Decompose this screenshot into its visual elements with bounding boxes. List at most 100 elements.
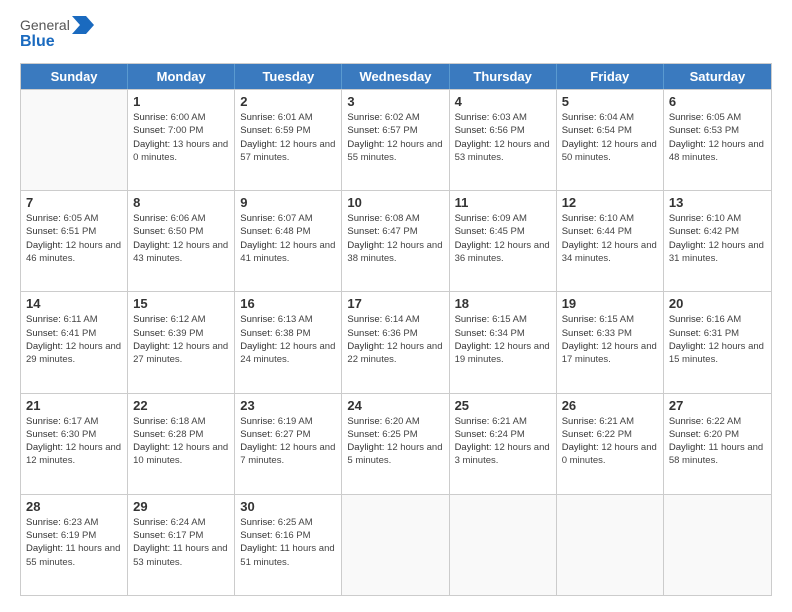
day-info: Sunrise: 6:21 AM Sunset: 6:24 PM Dayligh… [455,415,551,468]
day-info: Sunrise: 6:02 AM Sunset: 6:57 PM Dayligh… [347,111,443,164]
day-number: 15 [133,296,229,311]
day-number: 16 [240,296,336,311]
calendar-cell [342,495,449,595]
day-info: Sunrise: 6:04 AM Sunset: 6:54 PM Dayligh… [562,111,658,164]
day-number: 10 [347,195,443,210]
logo-chevron-icon [72,16,94,34]
calendar-cell: 11 Sunrise: 6:09 AM Sunset: 6:45 PM Dayl… [450,191,557,291]
day-number: 9 [240,195,336,210]
page: General Blue SundayMondayTuesdayWednesda… [0,0,792,612]
day-number: 14 [26,296,122,311]
calendar-cell: 7 Sunrise: 6:05 AM Sunset: 6:51 PM Dayli… [21,191,128,291]
day-info: Sunrise: 6:00 AM Sunset: 7:00 PM Dayligh… [133,111,229,164]
day-info: Sunrise: 6:15 AM Sunset: 6:34 PM Dayligh… [455,313,551,366]
calendar-cell [557,495,664,595]
day-info: Sunrise: 6:05 AM Sunset: 6:53 PM Dayligh… [669,111,766,164]
day-number: 11 [455,195,551,210]
day-of-week-header: Monday [128,64,235,89]
calendar-week: 14 Sunrise: 6:11 AM Sunset: 6:41 PM Dayl… [21,291,771,392]
day-number: 12 [562,195,658,210]
calendar-header: SundayMondayTuesdayWednesdayThursdayFrid… [21,64,771,89]
calendar-cell: 19 Sunrise: 6:15 AM Sunset: 6:33 PM Dayl… [557,292,664,392]
calendar-cell: 1 Sunrise: 6:00 AM Sunset: 7:00 PM Dayli… [128,90,235,190]
calendar-cell: 28 Sunrise: 6:23 AM Sunset: 6:19 PM Dayl… [21,495,128,595]
calendar-cell: 15 Sunrise: 6:12 AM Sunset: 6:39 PM Dayl… [128,292,235,392]
day-info: Sunrise: 6:11 AM Sunset: 6:41 PM Dayligh… [26,313,122,366]
day-of-week-header: Friday [557,64,664,89]
calendar-week: 1 Sunrise: 6:00 AM Sunset: 7:00 PM Dayli… [21,89,771,190]
calendar-body: 1 Sunrise: 6:00 AM Sunset: 7:00 PM Dayli… [21,89,771,595]
calendar-cell: 3 Sunrise: 6:02 AM Sunset: 6:57 PM Dayli… [342,90,449,190]
calendar-cell: 25 Sunrise: 6:21 AM Sunset: 6:24 PM Dayl… [450,394,557,494]
day-number: 23 [240,398,336,413]
day-info: Sunrise: 6:03 AM Sunset: 6:56 PM Dayligh… [455,111,551,164]
calendar-cell: 8 Sunrise: 6:06 AM Sunset: 6:50 PM Dayli… [128,191,235,291]
logo: General Blue [20,16,94,53]
day-info: Sunrise: 6:15 AM Sunset: 6:33 PM Dayligh… [562,313,658,366]
day-number: 21 [26,398,122,413]
day-info: Sunrise: 6:01 AM Sunset: 6:59 PM Dayligh… [240,111,336,164]
calendar-cell: 17 Sunrise: 6:14 AM Sunset: 6:36 PM Dayl… [342,292,449,392]
calendar-cell: 27 Sunrise: 6:22 AM Sunset: 6:20 PM Dayl… [664,394,771,494]
day-info: Sunrise: 6:24 AM Sunset: 6:17 PM Dayligh… [133,516,229,569]
calendar-week: 7 Sunrise: 6:05 AM Sunset: 6:51 PM Dayli… [21,190,771,291]
day-of-week-header: Sunday [21,64,128,89]
day-number: 27 [669,398,766,413]
calendar: SundayMondayTuesdayWednesdayThursdayFrid… [20,63,772,596]
day-of-week-header: Saturday [664,64,771,89]
calendar-week: 21 Sunrise: 6:17 AM Sunset: 6:30 PM Dayl… [21,393,771,494]
calendar-cell: 2 Sunrise: 6:01 AM Sunset: 6:59 PM Dayli… [235,90,342,190]
day-info: Sunrise: 6:10 AM Sunset: 6:42 PM Dayligh… [669,212,766,265]
day-number: 20 [669,296,766,311]
day-info: Sunrise: 6:19 AM Sunset: 6:27 PM Dayligh… [240,415,336,468]
day-number: 3 [347,94,443,109]
calendar-cell: 14 Sunrise: 6:11 AM Sunset: 6:41 PM Dayl… [21,292,128,392]
day-number: 6 [669,94,766,109]
calendar-cell: 18 Sunrise: 6:15 AM Sunset: 6:34 PM Dayl… [450,292,557,392]
day-number: 25 [455,398,551,413]
day-info: Sunrise: 6:13 AM Sunset: 6:38 PM Dayligh… [240,313,336,366]
day-number: 4 [455,94,551,109]
day-number: 5 [562,94,658,109]
day-number: 2 [240,94,336,109]
day-number: 19 [562,296,658,311]
day-info: Sunrise: 6:08 AM Sunset: 6:47 PM Dayligh… [347,212,443,265]
calendar-cell: 12 Sunrise: 6:10 AM Sunset: 6:44 PM Dayl… [557,191,664,291]
day-number: 24 [347,398,443,413]
header: General Blue [20,16,772,53]
calendar-cell: 13 Sunrise: 6:10 AM Sunset: 6:42 PM Dayl… [664,191,771,291]
day-number: 29 [133,499,229,514]
calendar-cell: 21 Sunrise: 6:17 AM Sunset: 6:30 PM Dayl… [21,394,128,494]
day-number: 18 [455,296,551,311]
calendar-cell: 4 Sunrise: 6:03 AM Sunset: 6:56 PM Dayli… [450,90,557,190]
calendar-cell: 20 Sunrise: 6:16 AM Sunset: 6:31 PM Dayl… [664,292,771,392]
day-of-week-header: Tuesday [235,64,342,89]
day-number: 22 [133,398,229,413]
day-number: 7 [26,195,122,210]
day-info: Sunrise: 6:20 AM Sunset: 6:25 PM Dayligh… [347,415,443,468]
day-info: Sunrise: 6:14 AM Sunset: 6:36 PM Dayligh… [347,313,443,366]
day-of-week-header: Thursday [450,64,557,89]
day-info: Sunrise: 6:07 AM Sunset: 6:48 PM Dayligh… [240,212,336,265]
calendar-cell: 10 Sunrise: 6:08 AM Sunset: 6:47 PM Dayl… [342,191,449,291]
calendar-cell: 23 Sunrise: 6:19 AM Sunset: 6:27 PM Dayl… [235,394,342,494]
day-number: 17 [347,296,443,311]
day-number: 30 [240,499,336,514]
day-info: Sunrise: 6:09 AM Sunset: 6:45 PM Dayligh… [455,212,551,265]
calendar-cell: 24 Sunrise: 6:20 AM Sunset: 6:25 PM Dayl… [342,394,449,494]
day-number: 28 [26,499,122,514]
day-info: Sunrise: 6:22 AM Sunset: 6:20 PM Dayligh… [669,415,766,468]
day-info: Sunrise: 6:10 AM Sunset: 6:44 PM Dayligh… [562,212,658,265]
calendar-cell: 30 Sunrise: 6:25 AM Sunset: 6:16 PM Dayl… [235,495,342,595]
day-info: Sunrise: 6:25 AM Sunset: 6:16 PM Dayligh… [240,516,336,569]
day-info: Sunrise: 6:16 AM Sunset: 6:31 PM Dayligh… [669,313,766,366]
day-number: 13 [669,195,766,210]
day-number: 1 [133,94,229,109]
day-info: Sunrise: 6:12 AM Sunset: 6:39 PM Dayligh… [133,313,229,366]
calendar-cell [664,495,771,595]
day-info: Sunrise: 6:18 AM Sunset: 6:28 PM Dayligh… [133,415,229,468]
day-info: Sunrise: 6:06 AM Sunset: 6:50 PM Dayligh… [133,212,229,265]
calendar-cell: 29 Sunrise: 6:24 AM Sunset: 6:17 PM Dayl… [128,495,235,595]
day-of-week-header: Wednesday [342,64,449,89]
calendar-cell [450,495,557,595]
